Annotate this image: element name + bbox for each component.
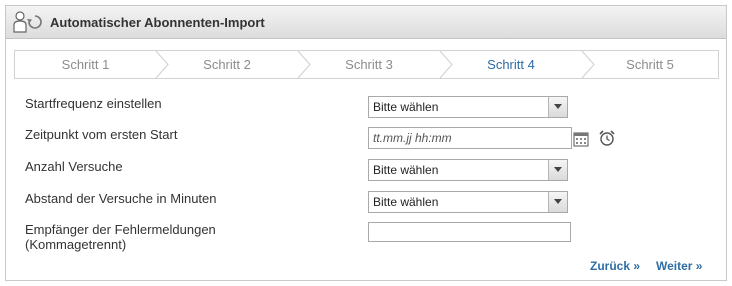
error-recipients-label-line2: (Kommagetrennt) (25, 237, 127, 252)
start-frequency-label: Startfrequenz einstellen (25, 96, 162, 111)
attempts-select[interactable]: Bitte wählen (368, 159, 568, 181)
start-frequency-value: Bitte wählen (373, 100, 439, 114)
first-start-label: Zeitpunkt vom ersten Start (25, 127, 178, 142)
alarm-clock-icon[interactable] (598, 129, 616, 147)
back-link[interactable]: Zurück » (590, 259, 640, 273)
wizard-step-2[interactable]: Schritt 2 (156, 51, 298, 78)
chevron-down-icon (548, 160, 567, 180)
error-recipients-label: Empfänger der Fehlermeldungen (Kommagetr… (25, 222, 216, 252)
wizard-steps: Schritt 1 Schritt 2 Schritt 3 Schritt 4 … (14, 50, 719, 79)
wizard-step-5[interactable]: Schritt 5 (582, 51, 718, 78)
attempts-value: Bitte wählen (373, 163, 439, 177)
calendar-icon[interactable] (572, 130, 590, 148)
panel-title: Automatischer Abonnenten-Import (50, 15, 265, 30)
import-panel: Automatischer Abonnenten-Import Schritt … (5, 5, 727, 281)
attempt-interval-select[interactable]: Bitte wählen (368, 191, 568, 213)
wizard-step-4-current: Schritt 4 (487, 57, 535, 72)
user-import-icon (13, 11, 42, 33)
error-recipients-input[interactable] (368, 222, 571, 242)
chevron-down-icon (548, 192, 567, 212)
next-link[interactable]: Weiter » (656, 259, 702, 273)
first-start-datetime-input[interactable] (368, 127, 572, 149)
wizard-step-1[interactable]: Schritt 1 (15, 51, 156, 78)
wizard-step-3[interactable]: Schritt 3 (298, 51, 440, 78)
attempts-label: Anzahl Versuche (25, 159, 123, 174)
error-recipients-label-line1: Empfänger der Fehlermeldungen (25, 222, 216, 237)
start-frequency-select[interactable]: Bitte wählen (368, 96, 568, 118)
attempt-interval-value: Bitte wählen (373, 195, 439, 209)
panel-header: Automatischer Abonnenten-Import (6, 6, 726, 39)
attempt-interval-label: Abstand der Versuche in Minuten (25, 191, 217, 206)
chevron-down-icon (548, 97, 567, 117)
